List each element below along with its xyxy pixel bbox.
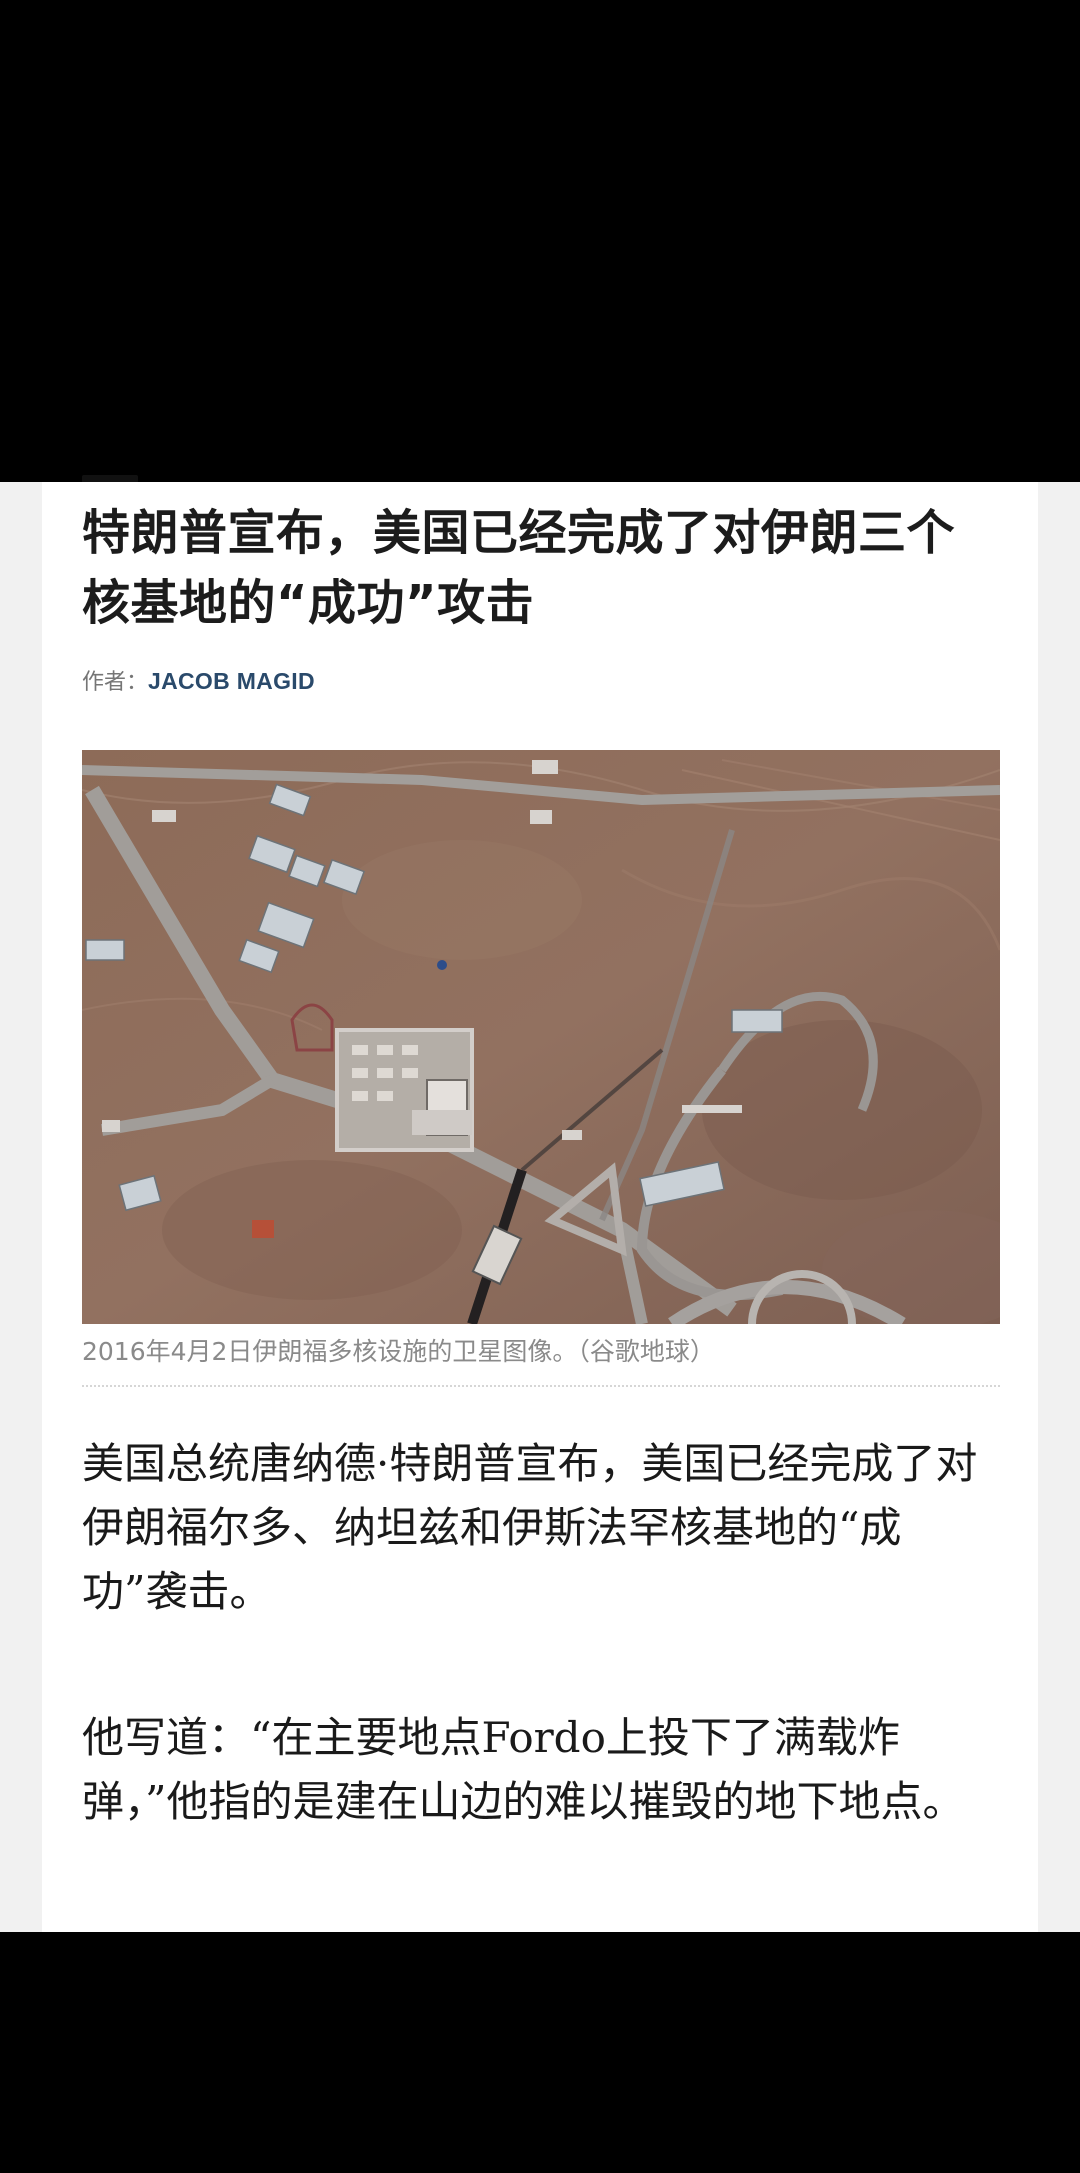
byline-prefix: 作者： bbox=[82, 670, 149, 695]
cut-off-category-label bbox=[82, 468, 138, 482]
image-caption: 2016年4月2日伊朗福多核设施的卫星图像。（谷歌地球） bbox=[82, 1337, 715, 1366]
satellite-image[interactable] bbox=[82, 750, 1000, 1324]
body-paragraph-2: 他写道：“在主要地点Fordo上投下了满载炸弹，”他指的是建在山边的难以摧毁的地… bbox=[82, 1713, 965, 1826]
bottom-black-bar bbox=[0, 1932, 1080, 2173]
article-card: 特朗普宣布，美国已经完成了对伊朗三个核基地的“成功”攻击 作者：JACOB MA… bbox=[42, 475, 1038, 1932]
top-black-bar bbox=[0, 0, 1080, 482]
caption-divider bbox=[82, 1385, 1000, 1387]
article-headline: 特朗普宣布，美国已经完成了对伊朗三个核基地的“成功”攻击 bbox=[82, 505, 956, 631]
author-link[interactable]: JACOB MAGID bbox=[148, 668, 315, 694]
byline: 作者：JACOB MAGID bbox=[82, 666, 315, 698]
body-paragraph-1: 美国总统唐纳德·特朗普宣布，美国已经完成了对伊朗福尔多、纳坦兹和伊斯法罕核基地的… bbox=[82, 1439, 978, 1616]
